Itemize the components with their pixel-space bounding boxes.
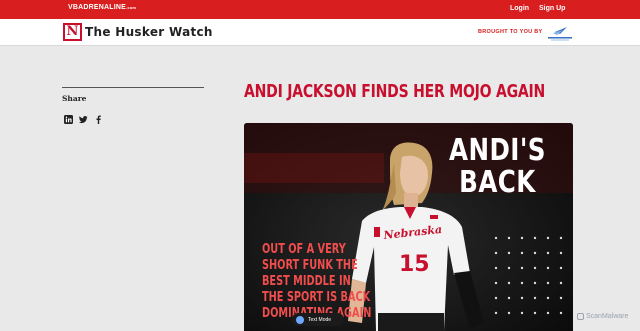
jersey-number: 15 bbox=[399, 252, 430, 277]
article-headline: ANDI JACKSON FINDS HER MOJO AGAIN bbox=[244, 81, 546, 102]
site-logo-text: VBADRENALINE bbox=[68, 4, 127, 11]
signup-link[interactable]: Sign Up bbox=[539, 5, 565, 12]
login-link[interactable]: Login bbox=[510, 5, 529, 12]
text-mode-icon bbox=[296, 315, 304, 324]
text-mode-button[interactable]: Text Mode bbox=[292, 313, 344, 326]
site-title[interactable]: The Husker Watch bbox=[85, 25, 213, 39]
text-mode-label: Text Mode bbox=[308, 316, 332, 323]
nebraska-n-logo[interactable]: N bbox=[63, 23, 82, 41]
hero-subtitle: OUT OF A VERY SHORT FUNK THE BEST MIDDLE… bbox=[262, 242, 372, 321]
sidebar-divider bbox=[62, 87, 204, 88]
scanmalware-label: ScanMalware bbox=[586, 313, 629, 320]
top-nav-bar: VBADRENALINE.com Login Sign Up bbox=[0, 0, 640, 19]
site-logo-suffix: .com bbox=[126, 5, 137, 10]
sponsor-logo[interactable] bbox=[545, 24, 575, 42]
share-label: Share bbox=[62, 94, 87, 103]
twitter-icon[interactable] bbox=[78, 111, 88, 124]
facebook-icon[interactable] bbox=[94, 111, 103, 124]
share-icons bbox=[64, 111, 103, 124]
hero-title: ANDI'S BACK bbox=[449, 133, 546, 200]
brand-header: N The Husker Watch BROUGHT TO YOU BY bbox=[0, 19, 640, 46]
sponsor-label: BROUGHT TO YOU BY bbox=[478, 29, 543, 35]
scanmalware-watermark: ScanMalware bbox=[577, 313, 628, 320]
scanmalware-icon bbox=[577, 313, 584, 320]
site-logo[interactable]: VBADRENALINE.com bbox=[68, 4, 136, 11]
linkedin-icon[interactable] bbox=[64, 111, 73, 124]
hero-image[interactable]: Nebraska 15 ANDI'S BACK OUT OF A VERY SH… bbox=[244, 123, 573, 331]
